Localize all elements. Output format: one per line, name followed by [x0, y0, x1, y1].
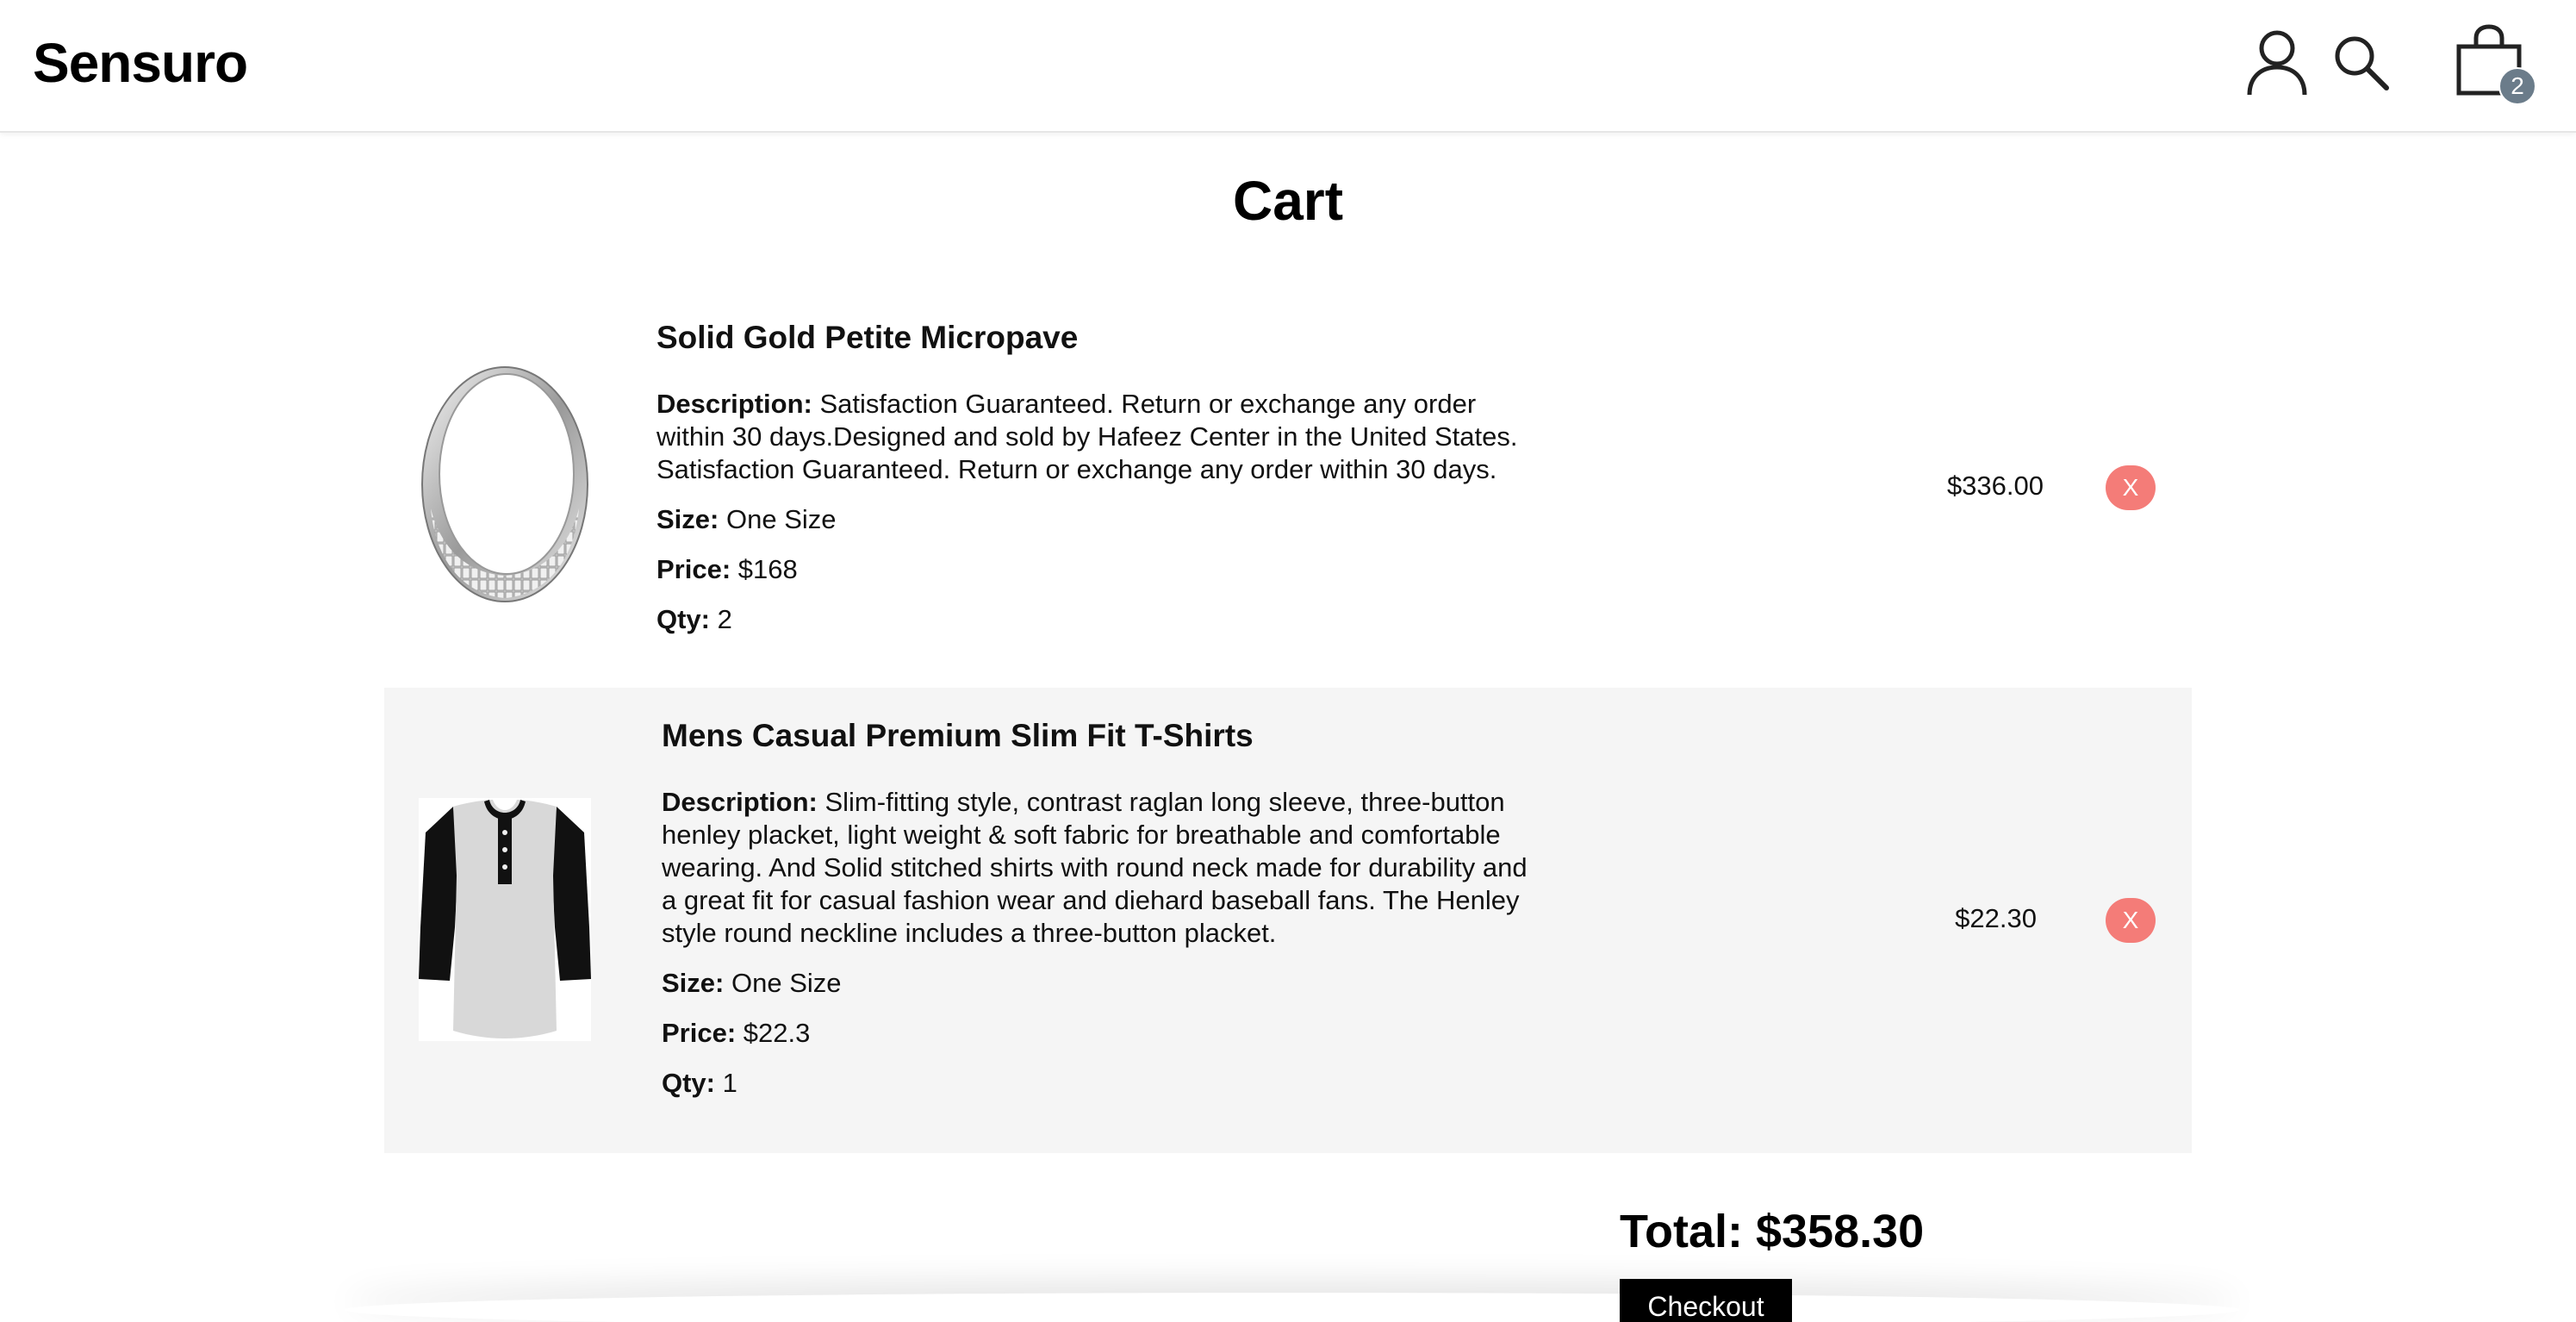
qty-label: Qty: — [662, 1068, 715, 1098]
item-price: Price: $168 — [656, 553, 1527, 586]
remove-item-button[interactable]: X — [2106, 465, 2156, 510]
price-value: $22.3 — [743, 1018, 811, 1048]
price-label: Price: — [656, 554, 731, 584]
item-price: Price: $22.3 — [662, 1017, 1532, 1050]
qty-value: 1 — [722, 1068, 737, 1098]
tshirt-product-image[interactable] — [419, 798, 591, 1041]
description-label: Description: — [656, 389, 812, 419]
footer-divider — [345, 1293, 2240, 1322]
size-value: One Size — [731, 968, 842, 998]
remove-item-button[interactable]: X — [2106, 898, 2156, 943]
item-size: Size: One Size — [662, 967, 1532, 1000]
item-subtotal: $22.30 — [1955, 903, 2037, 933]
page-title: Cart — [1232, 170, 1344, 232]
item-name[interactable]: Mens Casual Premium Slim Fit T-Shirts — [662, 717, 1532, 755]
item-description: Description: Slim-fitting style, contras… — [662, 786, 1532, 950]
description-label: Description: — [662, 787, 818, 817]
size-label: Size: — [662, 968, 725, 998]
price-label: Price: — [662, 1018, 737, 1048]
item-size: Size: One Size — [656, 503, 1527, 536]
price-value: $168 — [737, 554, 798, 584]
size-label: Size: — [656, 504, 719, 534]
item-name[interactable]: Solid Gold Petite Micropave — [656, 319, 1527, 357]
user-icon[interactable] — [2245, 28, 2309, 97]
site-header: Sensuro 2 — [0, 0, 2576, 133]
cart-total: Total: $358.30 — [1620, 1206, 1925, 1257]
checkout-button[interactable]: Checkout — [1620, 1279, 1792, 1322]
item-qty: Qty: 1 — [662, 1067, 1532, 1100]
cart-count-badge: 2 — [2498, 67, 2536, 105]
ring-product-image[interactable] — [419, 362, 591, 607]
site-logo[interactable]: Sensuro — [33, 31, 248, 95]
cart-item: Mens Casual Premium Slim Fit T-Shirts De… — [384, 688, 2192, 1153]
item-details: Mens Casual Premium Slim Fit T-Shirts De… — [662, 717, 1532, 1117]
search-icon[interactable] — [2331, 33, 2390, 91]
item-qty: Qty: 2 — [656, 603, 1527, 636]
qty-label: Qty: — [656, 604, 710, 634]
item-description: Description: Satisfaction Guaranteed. Re… — [656, 388, 1527, 486]
qty-value: 2 — [717, 604, 732, 634]
size-value: One Size — [725, 504, 837, 534]
item-subtotal: $336.00 — [1946, 471, 2044, 501]
item-details: Solid Gold Petite Micropave Description:… — [656, 319, 1527, 653]
cart-item: Solid Gold Petite Micropave Description:… — [384, 298, 2192, 688]
